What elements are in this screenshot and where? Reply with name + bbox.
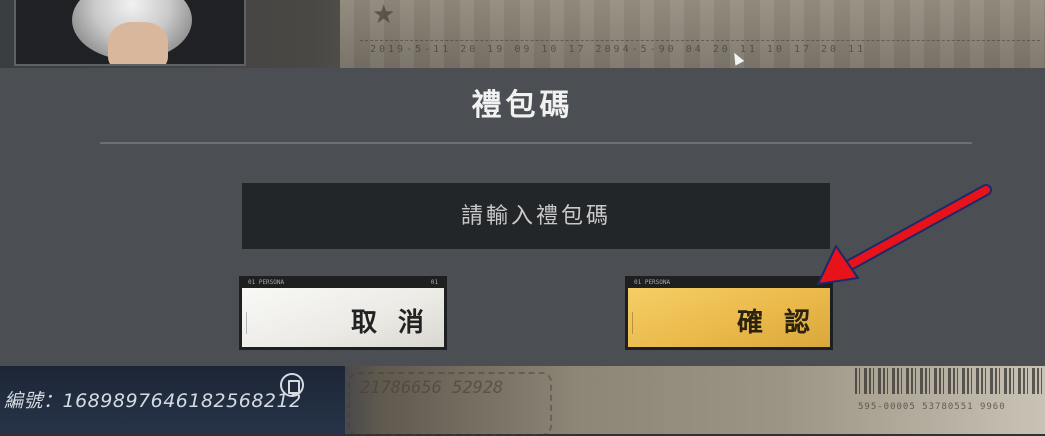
background-star-icon: ★	[372, 0, 396, 30]
cancel-button-tag: 01 PERSONA	[248, 279, 285, 286]
character-portrait	[14, 0, 246, 66]
background-barcode-digits: 595-00005 53780551 9960	[858, 402, 1006, 412]
red-arrow-annotation	[817, 184, 992, 285]
cancel-button-tag-right: 01	[430, 279, 438, 286]
confirm-button-tag: 01 PERSONA	[634, 279, 671, 286]
serial-number-label: 編號：16898976461825682​12	[4, 390, 302, 412]
portrait-face	[108, 22, 168, 64]
confirm-button-label: 確 認	[736, 308, 816, 338]
dialog-title: 禮包碼	[471, 88, 574, 123]
background-barcode	[855, 368, 1045, 394]
background-digits: 2019-5-11 20 19 09 10 17 2094-5-90 04 20…	[370, 44, 867, 55]
cancel-button[interactable]: 01 PERSONA 01 取 消	[239, 276, 447, 350]
copy-icon[interactable]	[280, 373, 304, 397]
cancel-button-notch	[246, 301, 261, 335]
cancel-button-label: 取 消	[350, 308, 430, 338]
dialog-divider	[100, 142, 972, 144]
gift-code-input[interactable]	[242, 183, 830, 249]
background-paper	[340, 0, 1045, 68]
confirm-button-notch	[632, 301, 647, 335]
arrow-icon	[817, 184, 992, 285]
background-stamp-text: 21786656 52928	[360, 378, 504, 398]
